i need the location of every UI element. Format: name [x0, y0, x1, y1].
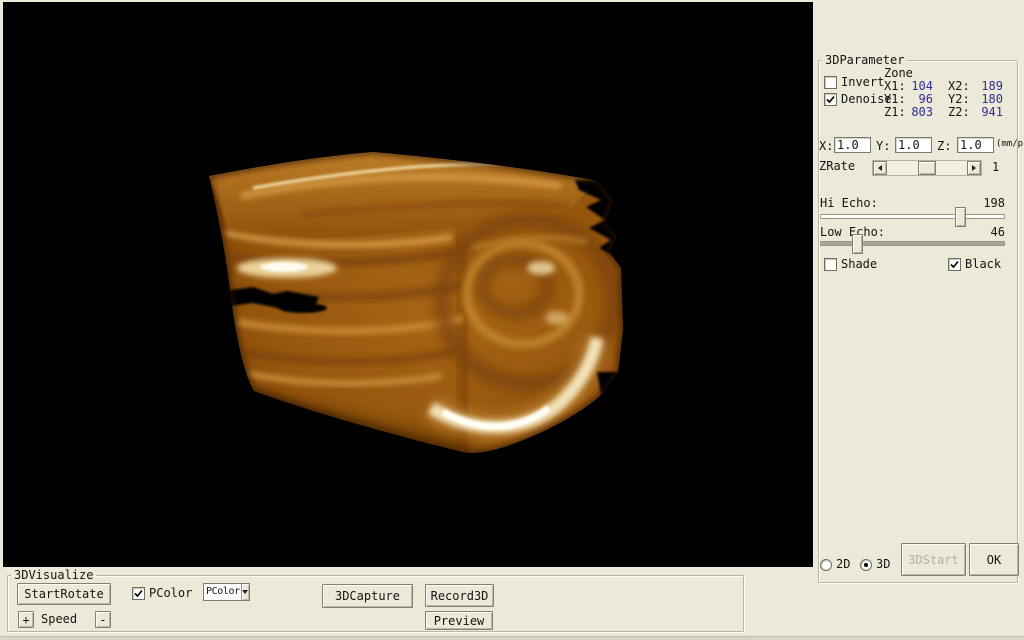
checkmark-icon — [949, 259, 960, 270]
x-scale-label: X: — [819, 140, 833, 153]
radio-dot-icon — [864, 563, 868, 567]
zrate-scrollbar-thumb[interactable] — [918, 161, 936, 175]
speed-plus-button[interactable]: + — [18, 611, 34, 628]
pcolor-label: PColor — [149, 587, 192, 600]
pcolor-dropdown-value: PColor — [204, 584, 241, 600]
dropdown-arrow-icon[interactable] — [241, 584, 249, 600]
denoise-checkbox[interactable] — [824, 93, 837, 106]
low-echo-slider[interactable] — [820, 241, 1005, 246]
mode-2d-label: 2D — [836, 558, 850, 571]
hi-echo-slider-thumb[interactable] — [955, 207, 966, 227]
window-bottom-edge — [0, 636, 1024, 640]
ok-button[interactable]: OK — [969, 543, 1019, 576]
shade-checkbox[interactable] — [824, 258, 837, 271]
render-viewport[interactable] — [3, 2, 813, 567]
zone-z1-value: 803 — [905, 106, 933, 119]
zrate-right-arrow-icon[interactable] — [967, 161, 981, 175]
black-label: Black — [965, 258, 1001, 271]
visualize-panel: 3DVisualize StartRotate + Speed - PColor… — [0, 567, 813, 636]
zrate-value: 1 — [992, 161, 999, 174]
shade-label: Shade — [841, 258, 877, 271]
zone-z2-value: 941 — [969, 106, 1003, 119]
low-echo-value: 46 — [963, 226, 1005, 239]
3dvisualize-title: 3DVisualize — [11, 569, 96, 581]
invert-label: Invert — [841, 76, 884, 89]
y-scale-field[interactable] — [895, 137, 932, 153]
preview-button[interactable]: Preview — [425, 611, 493, 630]
hi-echo-value: 198 — [963, 197, 1005, 210]
record3d-button[interactable]: Record3D — [425, 584, 494, 607]
mode-2d-radio[interactable] — [820, 559, 832, 571]
scale-unit-label: (mm/p) — [996, 138, 1024, 151]
pcolor-checkbox[interactable] — [132, 587, 145, 600]
speed-minus-button[interactable]: - — [95, 611, 111, 628]
zrate-label: ZRate — [819, 160, 855, 173]
app-window: { "param_panel": { "title": "3DParameter… — [0, 0, 1024, 640]
zrate-scrollbar[interactable] — [872, 160, 982, 176]
z-scale-label: Z: — [937, 140, 951, 153]
pcolor-dropdown[interactable]: PColor — [203, 583, 250, 601]
3dcapture-button[interactable]: 3DCapture — [322, 584, 413, 608]
checkmark-icon — [825, 94, 836, 105]
mode-3d-radio[interactable] — [860, 559, 872, 571]
zone-z1-label: Z1: — [884, 106, 906, 119]
hi-echo-label: Hi Echo: — [820, 197, 878, 210]
3dstart-button[interactable]: 3DStart — [901, 543, 966, 576]
zrate-left-arrow-icon[interactable] — [873, 161, 887, 175]
start-rotate-button[interactable]: StartRotate — [17, 583, 111, 605]
x-scale-field[interactable] — [834, 137, 871, 153]
y-scale-label: Y: — [876, 140, 890, 153]
speed-label: Speed — [41, 613, 77, 626]
3d-volume-render — [3, 2, 813, 567]
parameter-panel: 3DParameter Invert Denoise Zone X1: 104 … — [813, 0, 1024, 640]
zone-z2-label: Z2: — [948, 106, 970, 119]
black-checkbox[interactable] — [948, 258, 961, 271]
z-scale-field[interactable] — [957, 137, 994, 153]
3dparameter-title: 3DParameter — [822, 54, 907, 66]
checkmark-icon — [133, 588, 144, 599]
invert-checkbox[interactable] — [824, 76, 837, 89]
zrate-scrollbar-track[interactable] — [887, 161, 967, 175]
low-echo-slider-thumb[interactable] — [852, 234, 863, 254]
hi-echo-slider[interactable] — [820, 214, 1005, 219]
mode-3d-label: 3D — [876, 558, 890, 571]
